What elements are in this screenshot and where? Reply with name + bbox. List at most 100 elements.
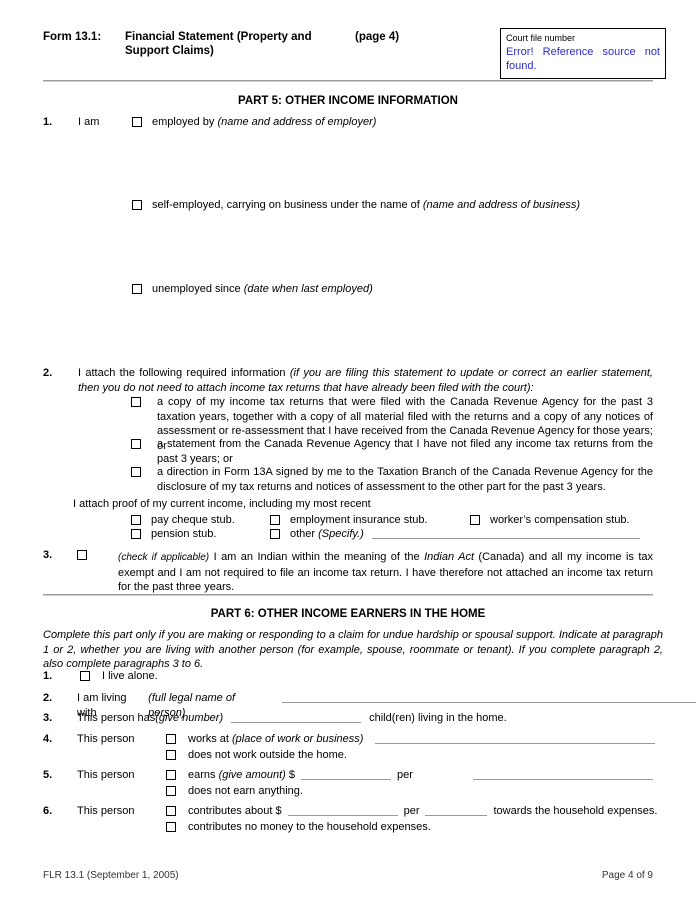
earns-dollar: $ bbox=[285, 769, 296, 781]
proof-option-other[interactable]: other (Specify.) bbox=[270, 527, 640, 542]
checkbox-tax-returns-filed[interactable] bbox=[131, 397, 141, 407]
checkbox-other-proof[interactable] bbox=[270, 529, 280, 539]
part5-item1-lead: I am bbox=[78, 116, 100, 128]
option-unemployed-text: unemployed since bbox=[152, 283, 244, 295]
proof-ei-label: employment insurance stub. bbox=[290, 514, 428, 526]
earns-period-fill-line[interactable] bbox=[472, 768, 653, 780]
children-count-lead: This person has bbox=[77, 712, 156, 724]
document-page: Form 13.1: Financial Statement (Property… bbox=[0, 0, 696, 900]
part6-item3-number: 3. bbox=[43, 712, 53, 724]
part6-item6-lead: This person bbox=[77, 805, 135, 817]
proof-pay-cheque-label: pay cheque stub. bbox=[151, 514, 235, 526]
proof-option-pension[interactable]: pension stub. bbox=[131, 527, 216, 542]
part5-item3-checkbox-wrap[interactable] bbox=[77, 548, 87, 560]
children-count-fill-line[interactable] bbox=[231, 711, 362, 723]
part5-item1-number: 1. bbox=[43, 116, 53, 128]
option-self-employed-text: self-employed, carrying on business unde… bbox=[152, 199, 423, 211]
option-form-13a-text: a direction in Form 13A signed by me to … bbox=[157, 466, 653, 493]
checkbox-indian-act-exemption[interactable] bbox=[77, 550, 87, 560]
checkbox-cra-statement[interactable] bbox=[131, 439, 141, 449]
option-self-employed-hint: (name and address of business) bbox=[422, 199, 581, 211]
part5-item1-option-unemployed[interactable]: unemployed since (date when last employe… bbox=[132, 282, 373, 297]
proof-workers-comp-label: worker’s compensation stub. bbox=[490, 514, 630, 526]
earns-hint: (give amount) bbox=[218, 769, 286, 781]
checkbox-does-not-earn-anything[interactable] bbox=[166, 786, 176, 796]
earns-amount-fill-line[interactable] bbox=[301, 768, 392, 780]
part6-item4-number: 4. bbox=[43, 733, 53, 745]
contributes-amount-fill-line[interactable] bbox=[287, 804, 398, 816]
no-contribution-label: contributes no money to the household ex… bbox=[188, 821, 431, 833]
contributes-period-fill-line[interactable] bbox=[425, 804, 488, 816]
court-file-number-label: Court file number bbox=[506, 33, 576, 43]
earns-label: earns bbox=[188, 769, 219, 781]
part5-item3-number: 3. bbox=[43, 549, 53, 561]
option-unemployed-hint: (date when last employed) bbox=[243, 283, 373, 295]
children-count-tail: child(ren) living in the home. bbox=[369, 712, 507, 724]
part6-item5-option-no-earnings[interactable]: does not earn anything. bbox=[166, 784, 303, 799]
item3-text-a: I am an Indian within the meaning of the bbox=[209, 551, 425, 563]
checkbox-live-alone[interactable] bbox=[80, 671, 90, 681]
part6-intro: Complete this part only if you are makin… bbox=[43, 629, 663, 670]
contributes-label: contributes about $ bbox=[188, 805, 282, 817]
part6-item6-option-contributes[interactable]: contributes about $ per towards the hous… bbox=[166, 804, 657, 819]
proof-option-pay-cheque[interactable]: pay cheque stub. bbox=[131, 513, 235, 528]
part6-item5-lead: This person bbox=[77, 769, 135, 781]
checkbox-earns-amount[interactable] bbox=[166, 770, 176, 780]
proof-option-ei[interactable]: employment insurance stub. bbox=[270, 513, 428, 528]
checkbox-workers-compensation-stub[interactable] bbox=[470, 515, 480, 525]
part6-item5-number: 5. bbox=[43, 769, 53, 781]
part6-item4-option-works-at[interactable]: works at (place of work or business) bbox=[166, 732, 656, 747]
form-number-label: Form 13.1: bbox=[43, 31, 102, 43]
checkbox-contributes-no-money[interactable] bbox=[166, 822, 176, 832]
proof-other-fill-line[interactable] bbox=[371, 527, 640, 539]
part6-item5-option-earns[interactable]: earns (give amount) $ per bbox=[166, 768, 653, 783]
court-file-number-box[interactable]: Court file number Error! Reference sourc… bbox=[500, 28, 666, 79]
part5-item1-option-employed[interactable]: employed by (name and address of employe… bbox=[132, 115, 376, 130]
part6-item1-option[interactable]: I live alone. bbox=[80, 669, 158, 684]
part6-item1-number: 1. bbox=[43, 670, 53, 682]
part5-item2-option-2[interactable]: a statement from the Canada Revenue Agen… bbox=[131, 437, 653, 466]
part5-item2-intro: I attach the following required informat… bbox=[78, 366, 653, 395]
part6-heading: PART 6: OTHER INCOME EARNERS IN THE HOME bbox=[210, 608, 486, 620]
part6-item3-text: This person has (give number) child(ren)… bbox=[77, 711, 507, 726]
checkbox-employment-insurance-stub[interactable] bbox=[270, 515, 280, 525]
part5-item2-option-3[interactable]: a direction in Form 13A signed by me to … bbox=[131, 465, 653, 494]
part5-heading: PART 5: OTHER INCOME INFORMATION bbox=[238, 95, 458, 107]
court-file-number-error: Error! Reference source not found. bbox=[506, 46, 660, 72]
option-employed-text: employed by bbox=[152, 116, 218, 128]
part5-item1-option-self-employed[interactable]: self-employed, carrying on business unde… bbox=[132, 198, 580, 213]
item3-hint: (check if applicable) bbox=[118, 552, 210, 563]
checkbox-contributes-amount[interactable] bbox=[166, 806, 176, 816]
no-outside-work-label: does not work outside the home. bbox=[188, 749, 347, 761]
part6-item6-option-no-contribution[interactable]: contributes no money to the household ex… bbox=[166, 820, 431, 835]
item2-intro-plain: I attach the following required informat… bbox=[78, 367, 290, 379]
works-at-hint: (place of work or business) bbox=[232, 733, 364, 745]
proof-option-workers-comp[interactable]: worker’s compensation stub. bbox=[470, 513, 630, 528]
part5-proof-intro: I attach proof of my current income, inc… bbox=[73, 498, 371, 510]
checkbox-works-at[interactable] bbox=[166, 734, 176, 744]
checkbox-unemployed[interactable] bbox=[132, 284, 142, 294]
no-earnings-label: does not earn anything. bbox=[188, 785, 303, 797]
checkbox-employed-by[interactable] bbox=[132, 117, 142, 127]
part5-item3-text: (check if applicable) I am an Indian wit… bbox=[118, 550, 653, 595]
checkbox-pay-cheque-stub[interactable] bbox=[131, 515, 141, 525]
checkbox-does-not-work-outside-home[interactable] bbox=[166, 750, 176, 760]
checkbox-self-employed[interactable] bbox=[132, 200, 142, 210]
contributes-per-label: per bbox=[403, 805, 420, 817]
contributes-tail: towards the household expenses. bbox=[493, 805, 658, 817]
part6-item4-option-no-outside-work[interactable]: does not work outside the home. bbox=[166, 748, 347, 763]
footer-page-number: Page 4 of 9 bbox=[601, 870, 653, 881]
page-marker: (page 4) bbox=[355, 31, 400, 43]
checkbox-pension-stub[interactable] bbox=[131, 529, 141, 539]
living-with-fill-line[interactable] bbox=[281, 691, 696, 703]
proof-pension-label: pension stub. bbox=[151, 528, 217, 540]
works-at-fill-line[interactable] bbox=[375, 732, 656, 744]
footer-form-reference: FLR 13.1 (September 1, 2005) bbox=[43, 870, 179, 881]
part6-item4-lead: This person bbox=[77, 733, 135, 745]
part6-item6-number: 6. bbox=[43, 805, 53, 817]
item3-italic-act: Indian Act bbox=[424, 551, 474, 563]
live-alone-label: I live alone. bbox=[102, 670, 158, 682]
checkbox-form-13a-direction[interactable] bbox=[131, 467, 141, 477]
form-title: Financial Statement (Property and Suppor… bbox=[125, 31, 312, 57]
part5-item2-number: 2. bbox=[43, 367, 53, 379]
